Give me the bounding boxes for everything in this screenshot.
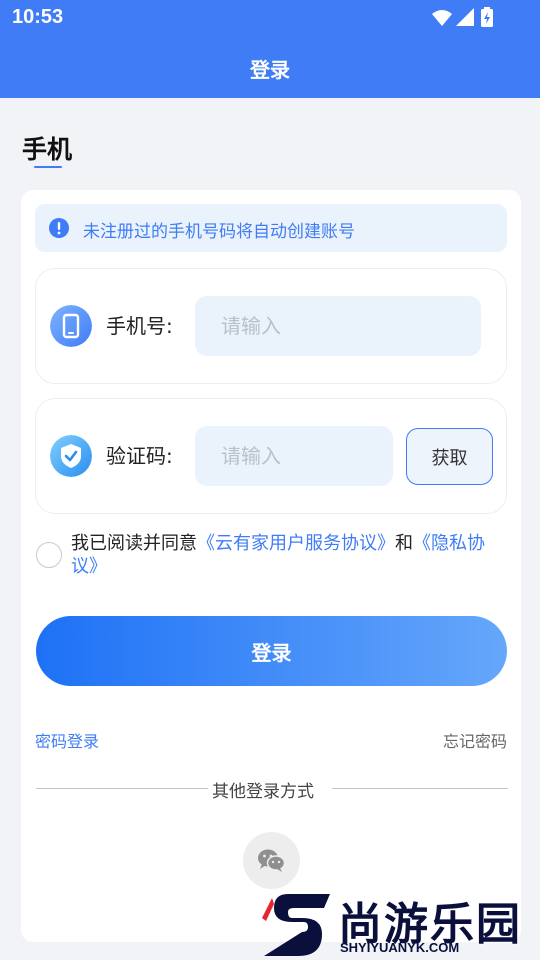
other-login-label: 其他登录方式 [212,782,314,802]
status-icons [432,7,493,27]
wifi-icon [432,10,452,26]
code-label: 验证码: [106,444,173,468]
divider-left [36,788,208,789]
register-notice: 未注册过的手机号码将自动创建账号 [35,204,507,252]
forgot-password-link[interactable]: 忘记密码 [443,728,507,752]
page-title: 登录 [250,58,290,82]
status-bar: 10:53 [0,0,540,36]
tab-active-indicator [34,166,62,168]
site-watermark: 尚游乐园 SHYIYUANYK.COM [258,888,540,960]
battery-charging-icon [481,7,493,27]
verification-code-input[interactable] [195,426,393,486]
mobile-phone-icon [50,305,92,347]
wechat-icon [258,849,286,872]
agreement-checkbox[interactable] [36,542,62,568]
status-time: 10:53 [12,6,64,28]
phone-field-row: 手机号: [35,268,507,384]
signal-icon [456,8,474,26]
password-login-link[interactable]: 密码登录 [35,728,99,752]
info-icon [49,218,69,238]
tab-phone-login[interactable]: 手机 [22,130,72,166]
divider-right [332,788,508,789]
service-agreement-link[interactable]: 《云有家用户服务协议》 [197,533,395,554]
shield-check-icon [50,435,92,477]
wechat-login-button[interactable] [243,832,300,889]
watermark-logo-icon [262,894,330,956]
agreement-text: 我已阅读并同意《云有家用户服务协议》和《隐私协议》 [71,532,511,578]
phone-input[interactable] [195,296,481,356]
notice-text: 未注册过的手机号码将自动创建账号 [83,222,355,242]
get-code-button[interactable]: 获取 [406,428,493,485]
app-bar: 登录 [0,36,540,98]
login-button[interactable]: 登录 [36,616,507,686]
watermark-url: SHYIYUANYK.COM [340,940,460,955]
phone-label: 手机号: [106,314,173,338]
agreement-joiner: 和 [395,533,413,554]
agreement-prefix: 我已阅读并同意 [71,533,197,554]
code-field-row: 验证码: 获取 [35,398,507,514]
